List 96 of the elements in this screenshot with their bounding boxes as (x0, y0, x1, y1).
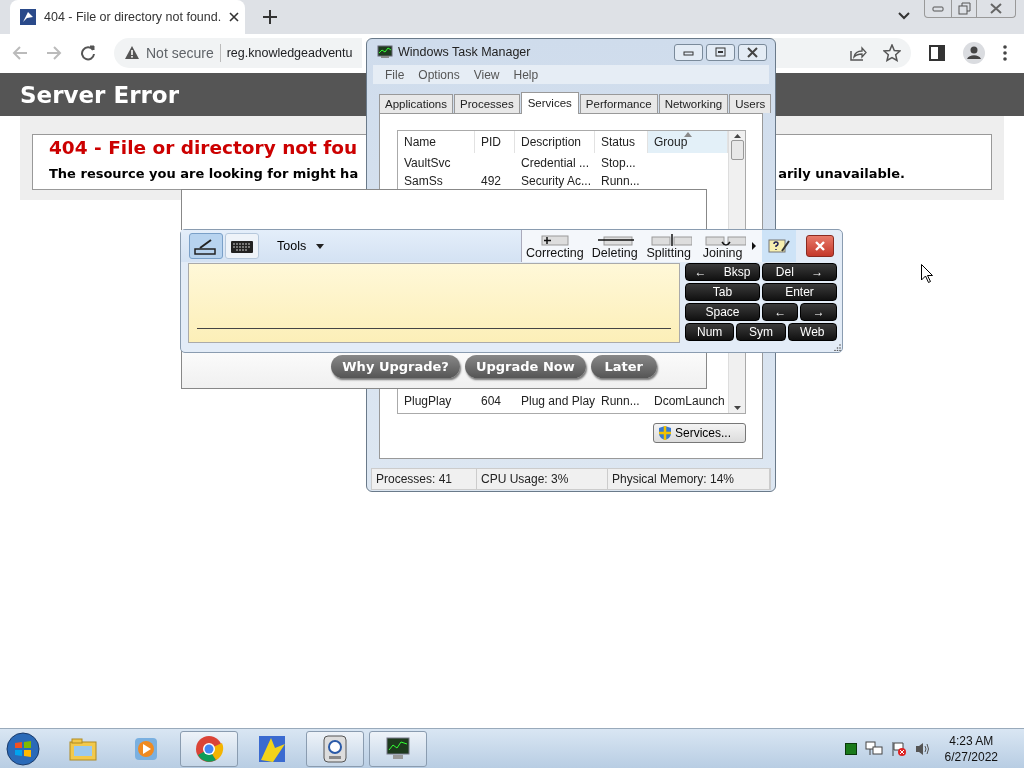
status-text: Physical Memory: 14% (608, 469, 770, 489)
resize-grip-icon (834, 344, 841, 351)
mode-tab[interactable] (189, 233, 223, 259)
table-cell-text: SamSs (403, 174, 444, 188)
tab[interactable]: Users (729, 94, 772, 113)
dialog-button[interactable]: Why Upgrade? (331, 355, 460, 378)
scroll-up-icon[interactable] (733, 134, 741, 138)
tab[interactable]: Applications (379, 94, 453, 113)
star-icon[interactable] (883, 43, 901, 62)
taskbar-button[interactable] (306, 730, 364, 767)
tab[interactable]: Processes (454, 94, 520, 113)
column-header[interactable]: Group (648, 131, 728, 153)
table-cell-text: 604 (480, 394, 503, 408)
key[interactable]: ← (762, 303, 799, 321)
gesture-button[interactable]: Correcting (522, 234, 588, 262)
help-button[interactable] (762, 230, 796, 262)
table-cell-text: Stop... (600, 156, 637, 170)
close-icon (815, 241, 825, 251)
scrollbar-thumb[interactable] (730, 140, 744, 160)
minimize-icon[interactable] (674, 43, 703, 61)
browser-tab[interactable]: 404 - File or directory not found. (10, 0, 245, 34)
table-cell-text: 492 (480, 174, 503, 188)
services-button[interactable]: Services... (653, 423, 746, 443)
key[interactable]: → (800, 303, 837, 321)
key[interactable]: Web (787, 323, 837, 341)
expand-arrow-icon[interactable] (751, 242, 756, 250)
side-panel-icon[interactable] (929, 44, 945, 61)
dialog-button[interactable]: Later (590, 355, 657, 378)
app-icon (194, 733, 224, 764)
profile-icon[interactable] (963, 41, 985, 64)
table-cell-text: Runn... (600, 174, 641, 188)
reload-icon[interactable] (80, 44, 96, 61)
error-message: arily unavailable. (778, 166, 905, 181)
table-cell-text: PlugPlay (403, 394, 453, 408)
shield-icon (657, 425, 673, 441)
gesture-button[interactable]: Deleting (587, 234, 642, 262)
sort-caret-icon (684, 132, 692, 137)
taskbar-button[interactable] (369, 730, 427, 767)
url-text: reg.knowledgeadventu (226, 45, 353, 60)
task-manager-icon (377, 45, 393, 59)
key[interactable]: Enter (762, 283, 837, 301)
tray-app-icon[interactable] (844, 742, 857, 755)
column-header[interactable]: PID (475, 131, 515, 153)
tab[interactable]: Performance (579, 94, 658, 113)
table-cell-text: Plug and Play (520, 394, 595, 408)
address-bar[interactable]: Not secure reg.knowledgeadventu (114, 37, 362, 68)
tools-menu[interactable]: Tools (273, 239, 329, 253)
tab[interactable]: Networking (658, 94, 729, 113)
gesture-button[interactable]: Splitting (641, 234, 696, 262)
column-header[interactable]: Description (515, 131, 595, 153)
key[interactable]: ← Bksp (685, 263, 760, 281)
speaker-icon[interactable] (914, 740, 931, 757)
key[interactable]: Space (685, 303, 760, 321)
status-text: CPU Usage: 3% (477, 469, 608, 489)
dialog-button[interactable]: Upgrade Now (464, 355, 586, 378)
close-icon[interactable] (738, 43, 767, 61)
app-icon (257, 733, 287, 764)
chevron-down-icon[interactable] (898, 12, 910, 20)
close-icon[interactable] (229, 12, 240, 22)
key[interactable]: Del → (762, 263, 837, 281)
security-label: Not secure (146, 44, 214, 61)
clock-time: 4:23 AM (949, 732, 994, 749)
dropdown-arrow-icon (316, 243, 325, 249)
error-title: 404 - File or directory not fou (49, 137, 358, 158)
table-cell-text: VaultSvc (403, 156, 452, 170)
clock[interactable]: 4:23 AM 6/27/2022 (944, 732, 998, 765)
tab[interactable]: Services (520, 92, 579, 114)
table-cell-text: DcomLaunch (653, 394, 726, 408)
help-note-icon (768, 238, 790, 254)
key[interactable]: Tab (685, 283, 760, 301)
gesture-button[interactable]: Joining (695, 234, 750, 262)
maximize-icon[interactable] (706, 43, 735, 61)
table-cell-text: Security Ac... (520, 174, 593, 188)
key[interactable]: Sym (736, 323, 786, 341)
network-icon[interactable] (864, 740, 883, 757)
scroll-down-icon[interactable] (733, 406, 741, 410)
mode-tab[interactable] (225, 233, 259, 259)
clock-date: 6/27/2022 (944, 748, 998, 765)
status-text: Processes: 41 (372, 469, 477, 489)
pen-icon (194, 237, 218, 255)
warning-icon (124, 45, 140, 60)
favicon-icon (20, 9, 36, 25)
start-button-icon[interactable] (6, 731, 40, 766)
table-cell-text: Credential ... (520, 156, 591, 170)
window-title: Windows Task Manager (398, 45, 531, 59)
new-tab-icon[interactable] (263, 10, 277, 24)
flag-icon[interactable] (890, 740, 907, 757)
menu-icon[interactable] (1003, 44, 1007, 61)
error-message: The resource you are looking for might ha (49, 166, 359, 181)
close-button[interactable] (806, 235, 834, 257)
column-header[interactable]: Name (398, 131, 475, 153)
mouse-pointer-icon (921, 264, 933, 283)
app-icon (320, 733, 350, 764)
table-cell-text: Runn... (600, 394, 641, 408)
key[interactable]: Num (685, 323, 735, 341)
share-icon[interactable] (849, 44, 867, 61)
